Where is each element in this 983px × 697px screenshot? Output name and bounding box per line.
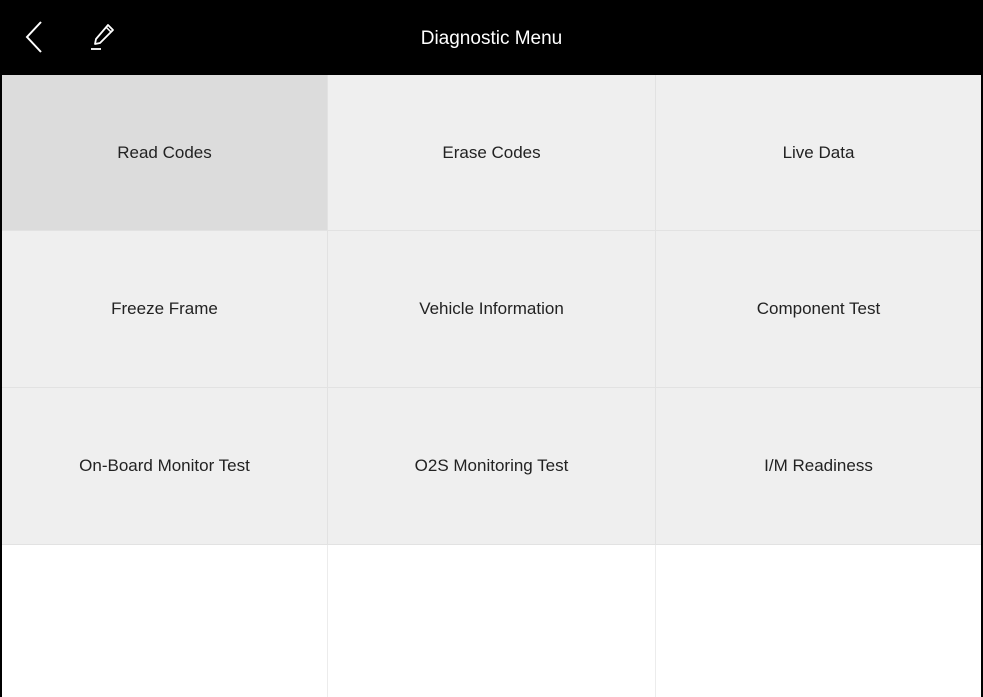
chevron-left-icon (24, 20, 44, 59)
edit-button[interactable] (86, 22, 120, 56)
menu-item-label: On-Board Monitor Test (79, 456, 250, 475)
menu-item-label: Freeze Frame (111, 299, 218, 318)
back-button[interactable] (16, 20, 52, 58)
menu-item-label: Live Data (782, 142, 855, 162)
menu-item-label: Erase Codes (442, 142, 541, 162)
menu-item-label: O2S Monitoring Test (414, 456, 569, 475)
menu-item-label: Read Codes (117, 142, 212, 162)
pencil-icon (89, 22, 117, 57)
diagnostic-menu-grid: Read Codes Erase Codes Live Data Freeze … (2, 75, 981, 697)
empty-cell (2, 545, 328, 697)
app-window: Diagnostic Menu Read Codes Erase Codes L… (0, 0, 983, 697)
menu-item-label: Component Test (756, 299, 881, 318)
menu-item-o2s-monitoring-test[interactable]: O2S Monitoring Test (328, 388, 656, 545)
menu-item-component-test[interactable]: Component Test (656, 231, 981, 388)
menu-item-erase-codes[interactable]: Erase Codes (328, 75, 656, 231)
menu-item-freeze-frame[interactable]: Freeze Frame (2, 231, 328, 388)
empty-cell (328, 545, 656, 697)
menu-item-read-codes[interactable]: Read Codes (2, 75, 328, 231)
header-bar: Diagnostic Menu (2, 2, 981, 75)
menu-item-label: I/M Readiness (764, 456, 873, 475)
menu-item-vehicle-information[interactable]: Vehicle Information (328, 231, 656, 388)
menu-item-live-data[interactable]: Live Data (656, 75, 981, 231)
menu-item-on-board-monitor-test[interactable]: On-Board Monitor Test (2, 388, 328, 545)
empty-cell (656, 545, 981, 697)
menu-item-label: Vehicle Information (419, 299, 564, 318)
menu-item-im-readiness[interactable]: I/M Readiness (656, 388, 981, 545)
page-title: Diagnostic Menu (420, 28, 563, 49)
